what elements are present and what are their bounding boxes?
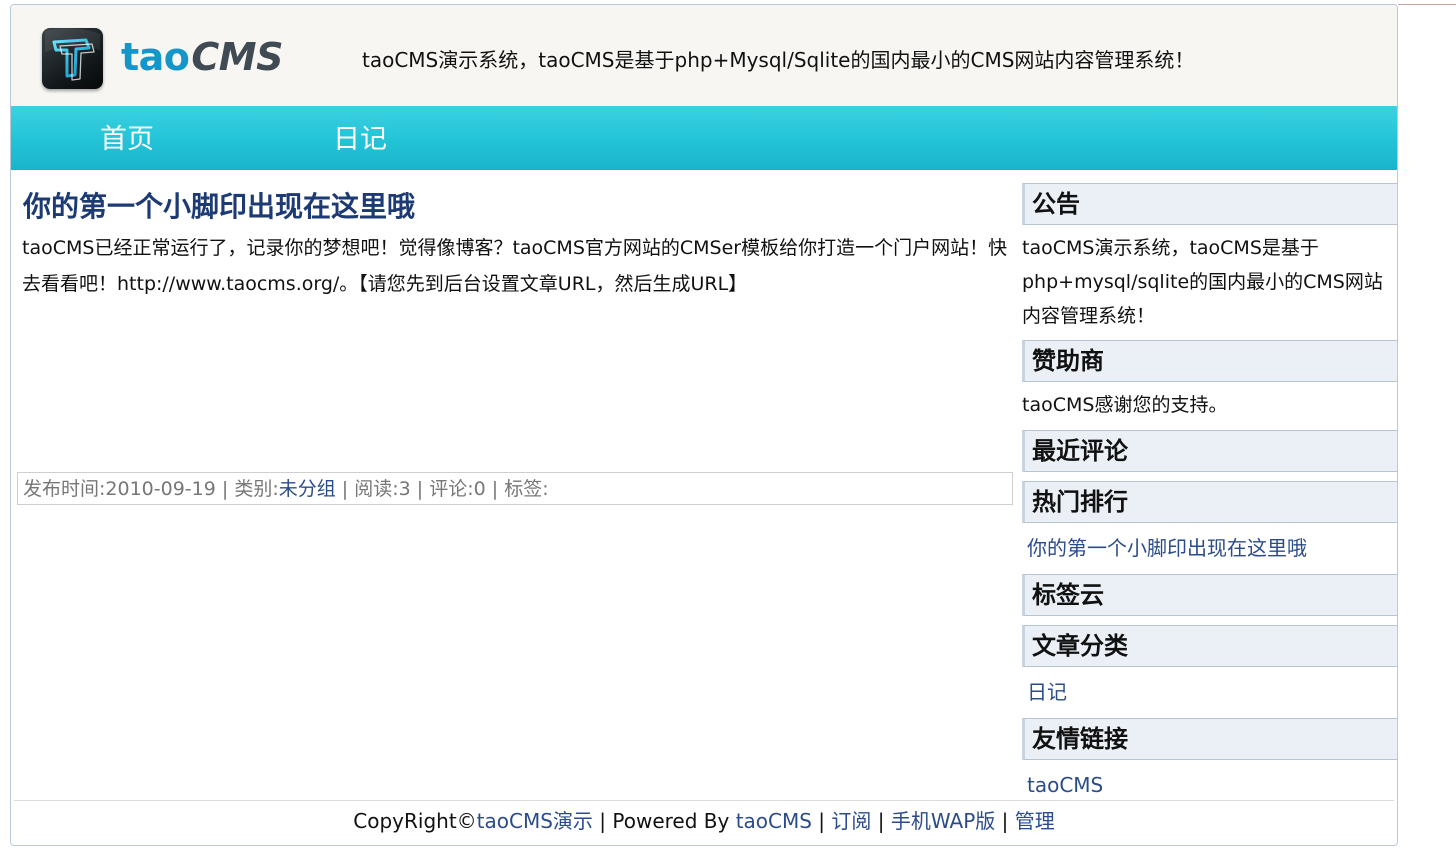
footer-admin-link[interactable]: 管理 <box>1015 809 1055 833</box>
nav-item-home[interactable]: 首页 <box>100 122 154 158</box>
category-item-link[interactable]: 日记 <box>1027 677 1067 707</box>
site-header: taoCMS taoCMS演示系统，taoCMS是基于php+Mysql/Sql… <box>11 5 1397 106</box>
logo-cms-text: CMS <box>191 35 283 79</box>
meta-separator: | <box>410 478 430 500</box>
footer-separator: | <box>871 809 891 833</box>
meta-separator: | <box>215 478 235 500</box>
logo-icon[interactable] <box>42 28 103 89</box>
site-footer: CopyRight©taoCMS演示 | Powered By taoCMS |… <box>11 806 1397 836</box>
category-link[interactable]: 未分组 <box>279 478 336 500</box>
category-label: 类别: <box>234 478 279 500</box>
sponsor-heading: 赞助商 <box>1022 340 1397 382</box>
post-title[interactable]: 你的第一个小脚印出现在这里哦 <box>23 187 415 227</box>
browser-top-line <box>1398 4 1456 5</box>
footer-subscribe-link[interactable]: 订阅 <box>831 809 871 833</box>
post-body: taoCMS已经正常运行了，记录你的梦想吧！觉得像博客？taoCMS官方网站的C… <box>22 237 1008 295</box>
logo-wordmark[interactable]: taoCMS <box>121 33 283 81</box>
footer-separator: | <box>995 809 1015 833</box>
notice-text: taoCMS演示系统，taoCMS是基于php+mysql/sqlite的国内最… <box>1022 237 1383 327</box>
footer-divider <box>14 800 1394 801</box>
powered-by-text: | Powered By <box>592 809 736 833</box>
meta-separator: | <box>485 478 505 500</box>
main-content: 你的第一个小脚印出现在这里哦 taoCMS已经正常运行了，记录你的梦想吧！觉得像… <box>11 170 1021 800</box>
copyright-text: CopyRight© <box>353 809 477 833</box>
page-container: taoCMS taoCMS演示系统，taoCMS是基于php+Mysql/Sql… <box>10 4 1398 846</box>
notice-heading: 公告 <box>1022 183 1397 225</box>
friend-links-heading: 友情链接 <box>1022 718 1397 760</box>
nav-item-diary[interactable]: 日记 <box>333 122 387 158</box>
categories-heading: 文章分类 <box>1022 625 1397 667</box>
published-label: 发布时间: <box>23 478 106 500</box>
tags-label: 标签: <box>504 478 549 500</box>
post-meta: 发布时间:2010-09-19 | 类别:未分组 | 阅读:3 | 评论:0 |… <box>17 472 1013 505</box>
published-value: 2010-09-19 <box>105 478 216 500</box>
footer-wap-link[interactable]: 手机WAP版 <box>891 809 995 833</box>
comments-value: 0 <box>473 478 486 500</box>
hot-ranking-heading: 热门排行 <box>1022 481 1397 523</box>
footer-site-link[interactable]: taoCMS演示 <box>477 809 593 833</box>
sponsor-text: taoCMS感谢您的支持。 <box>1022 394 1228 416</box>
recent-comments-heading: 最近评论 <box>1022 430 1397 472</box>
footer-powered-link[interactable]: taoCMS <box>736 809 812 833</box>
site-slogan: taoCMS演示系统，taoCMS是基于php+Mysql/Sqlite的国内最… <box>362 48 1195 72</box>
comments-label: 评论: <box>429 478 474 500</box>
reads-label: 阅读: <box>354 478 399 500</box>
sidebar: 公告 taoCMS演示系统，taoCMS是基于php+mysql/sqlite的… <box>1022 170 1397 800</box>
tag-cloud-heading: 标签云 <box>1022 574 1397 616</box>
logo-tao-text: tao <box>121 35 190 79</box>
hot-item-link[interactable]: 你的第一个小脚印出现在这里哦 <box>1027 533 1307 563</box>
main-nav: 首页 日记 <box>11 106 1397 170</box>
footer-separator: | <box>811 809 832 833</box>
friend-link-item[interactable]: taoCMS <box>1027 770 1103 800</box>
meta-separator: | <box>335 478 355 500</box>
reads-value: 3 <box>398 478 411 500</box>
